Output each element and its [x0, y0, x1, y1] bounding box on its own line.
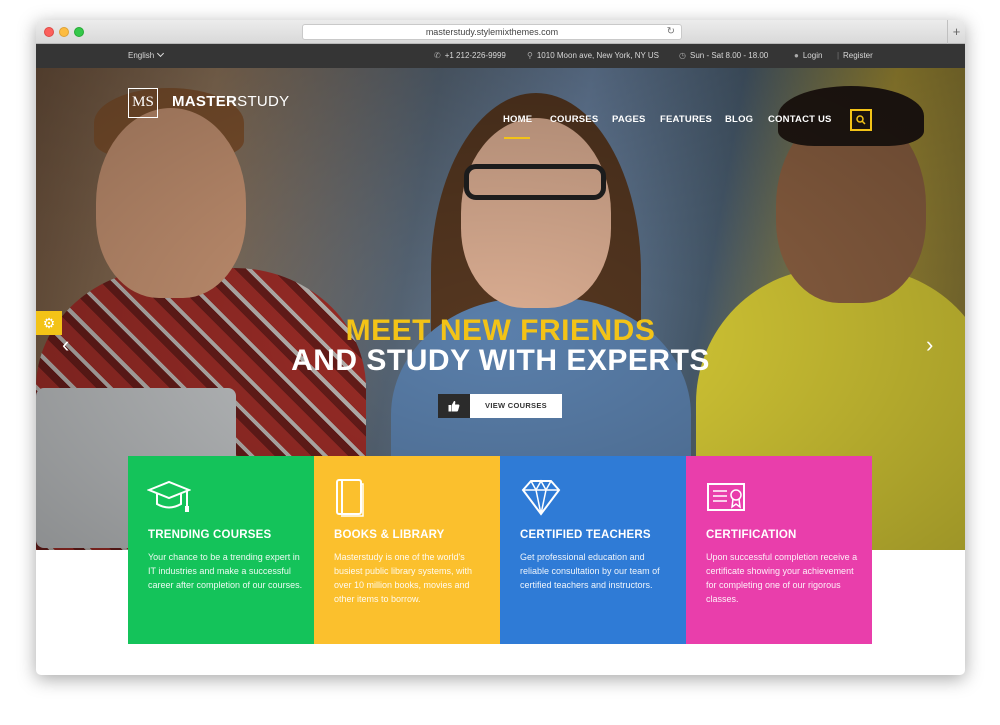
maximize-window-button[interactable] [74, 27, 84, 37]
language-label: English [128, 51, 155, 60]
nav-item-courses[interactable]: COURSES [550, 114, 598, 125]
phone-text: +1 212-226-9999 [444, 51, 506, 60]
chevron-down-icon [157, 49, 165, 58]
feature-text: Your chance to be a trending expert in I… [148, 552, 303, 590]
feature-card-certification[interactable]: CERTIFICATION Upon successful completion… [686, 456, 872, 644]
hours-text: Sun - Sat 8.00 - 18.00 [689, 51, 769, 60]
hero-headline-secondary: AND STUDY WITH EXPERTS [291, 344, 710, 377]
thumbs-up-icon [438, 394, 470, 418]
hours-info: ◷ Sun - Sat 8.00 - 18.00 [679, 44, 768, 68]
clock-icon: ◷ [679, 51, 686, 60]
search-icon [856, 115, 866, 125]
book-icon [336, 479, 364, 517]
topbar-separator: | [837, 51, 840, 60]
address-bar[interactable]: masterstudy.stylemixthemes.com ↻ [302, 24, 682, 40]
graduation-cap-icon [147, 480, 191, 512]
reload-icon[interactable]: ↻ [667, 25, 675, 39]
browser-window: masterstudy.stylemixthemes.com ↻ + Engli… [36, 20, 965, 675]
features-section: TRENDING COURSES Your chance to be a tre… [128, 456, 872, 644]
hero-headline-primary: MEET NEW FRIENDS [345, 314, 656, 347]
nav-item-pages[interactable]: PAGES [612, 114, 646, 125]
new-tab-button[interactable]: + [947, 20, 965, 44]
close-window-button[interactable] [44, 27, 54, 37]
phone-icon: ✆ [434, 51, 441, 60]
logo-text[interactable]: MASTERSTUDY [172, 93, 289, 110]
logo-name-bold: MASTER [172, 93, 238, 110]
address-bar-url: masterstudy.stylemixthemes.com [425, 27, 559, 37]
login-label: Login [802, 51, 823, 60]
feature-card-books-library[interactable]: BOOKS & LIBRARY Masterstudy is one of th… [314, 456, 500, 644]
feature-text: Get professional education and reliable … [520, 552, 660, 590]
feature-card-certified-teachers[interactable]: CERTIFIED TEACHERS Get professional educ… [500, 456, 686, 644]
feature-title: CERTIFICATION [706, 529, 797, 541]
main-nav: HOME COURSES PAGES FEATURES BLOG CONTACT… [36, 114, 965, 128]
login-link[interactable]: ● Login [794, 44, 822, 68]
nav-item-features[interactable]: FEATURES [660, 114, 712, 125]
user-icon: ● [794, 51, 799, 60]
browser-titlebar: masterstudy.stylemixthemes.com ↻ + [36, 20, 965, 44]
address-info: ⚲ 1010 Moon ave, New York, NY US [527, 44, 659, 68]
logo-name-light: STUDY [237, 93, 290, 110]
feature-text: Upon successful completion receive a cer… [706, 552, 858, 604]
feature-title: BOOKS & LIBRARY [334, 529, 445, 541]
language-selector[interactable]: English [128, 44, 165, 68]
diamond-icon [521, 479, 561, 516]
certificate-icon [707, 483, 745, 511]
top-info-bar: English ✆ +1 212-226-9999 ⚲ 1010 Moon ave,… [36, 44, 965, 68]
address-text: 1010 Moon ave, New York, NY US [536, 51, 660, 60]
nav-active-indicator [504, 137, 530, 139]
feature-card-trending-courses[interactable]: TRENDING COURSES Your chance to be a tre… [128, 456, 314, 644]
nav-item-contact-us[interactable]: CONTACT US [768, 114, 832, 125]
feature-text: Masterstudy is one of the world's busies… [334, 552, 473, 604]
view-courses-button[interactable]: VIEW COURSES [438, 394, 562, 418]
map-pin-icon: ⚲ [527, 51, 533, 60]
view-courses-label: VIEW COURSES [485, 401, 547, 410]
feature-title: TRENDING COURSES [148, 529, 272, 541]
search-button[interactable] [850, 109, 872, 131]
register-link[interactable]: Register [843, 44, 873, 68]
site-header: MS MASTERSTUDY HOME COURSES PAGES FEATUR… [36, 68, 965, 139]
minimize-window-button[interactable] [59, 27, 69, 37]
feature-title: CERTIFIED TEACHERS [520, 529, 651, 541]
nav-item-home[interactable]: HOME [503, 114, 532, 125]
nav-item-blog[interactable]: BLOG [725, 114, 753, 125]
phone-info: ✆ +1 212-226-9999 [434, 44, 506, 68]
